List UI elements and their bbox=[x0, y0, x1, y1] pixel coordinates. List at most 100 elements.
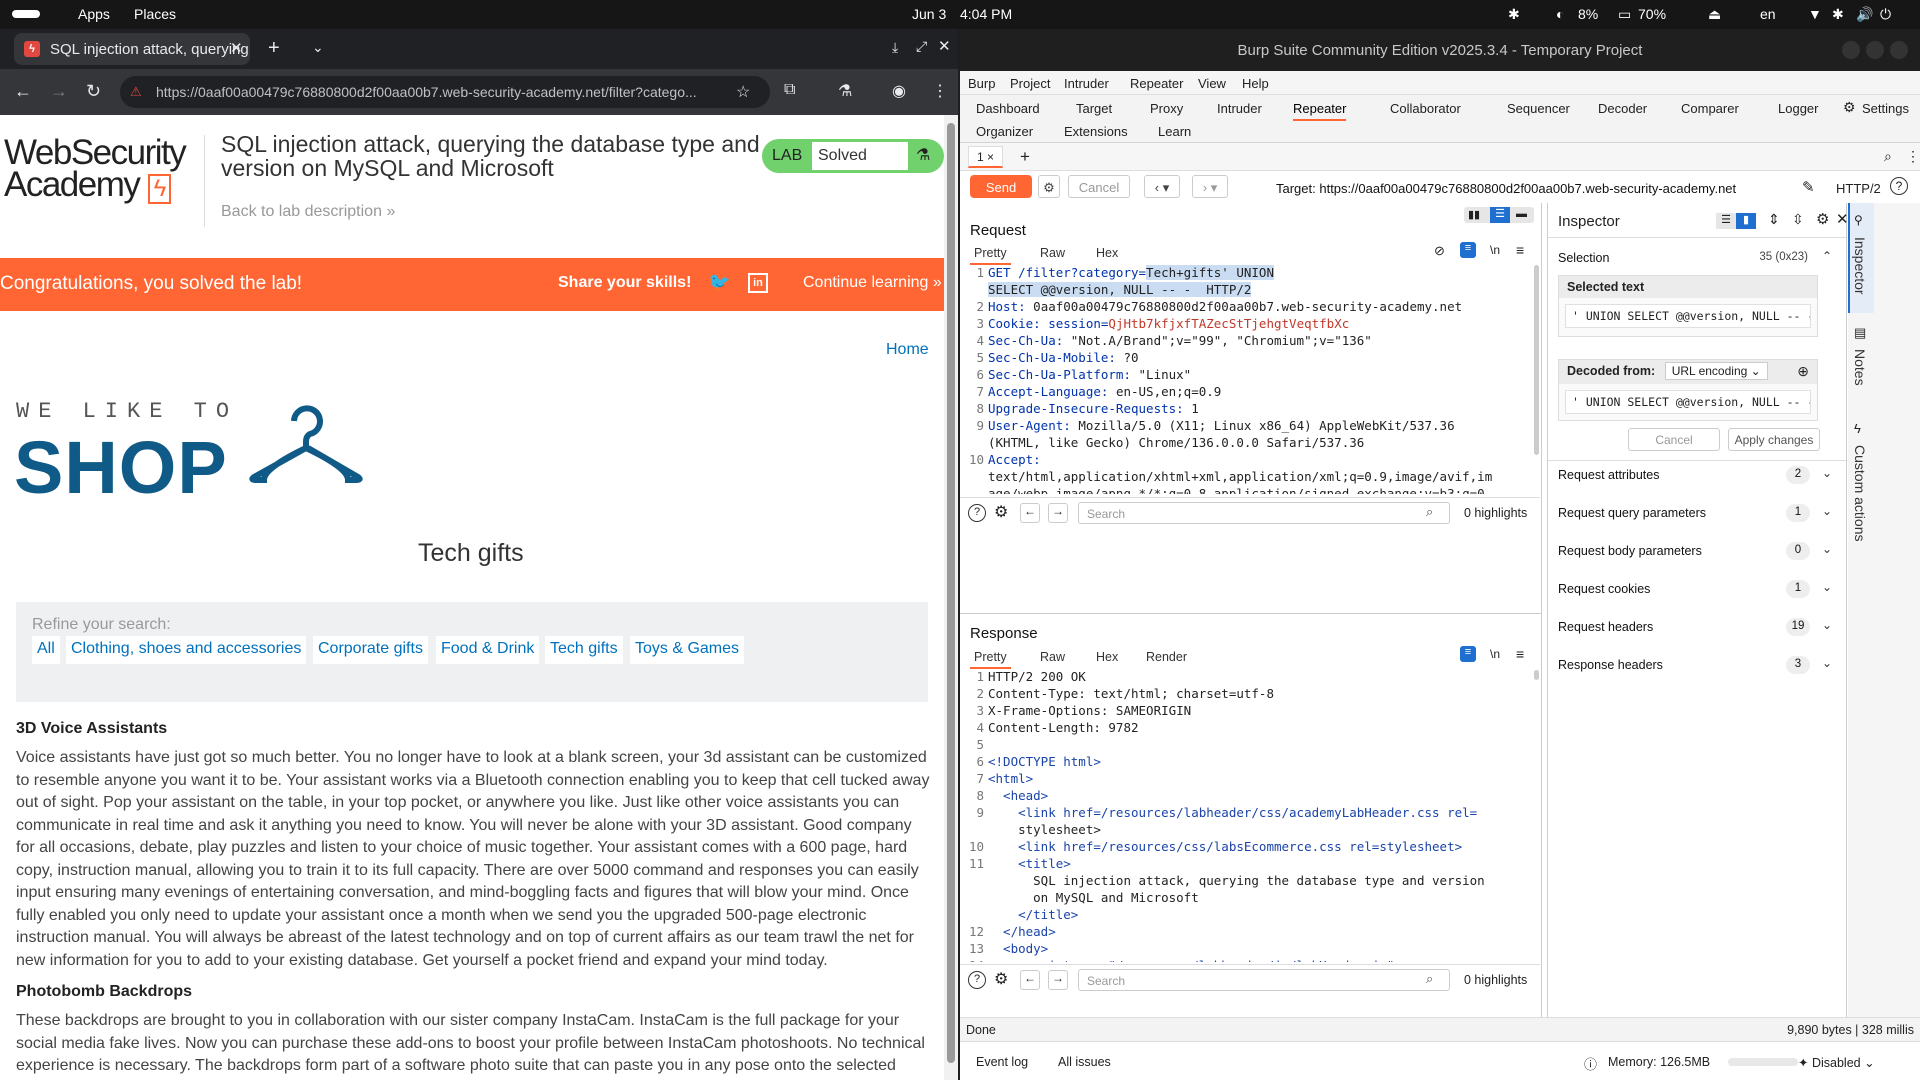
response-search-input[interactable]: Search bbox=[1078, 969, 1450, 991]
tab-logger[interactable]: Logger bbox=[1778, 101, 1818, 116]
filter-food-drink[interactable]: Food & Drink bbox=[436, 636, 540, 664]
menu-help[interactable]: Help bbox=[1242, 76, 1269, 91]
home-link[interactable]: Home bbox=[886, 341, 929, 359]
chevron-down-icon[interactable]: ⌄ bbox=[1822, 466, 1832, 480]
request-line[interactable]: text/html,application/xhtml+xml,applicat… bbox=[960, 468, 1540, 485]
filter-clothing[interactable]: Clothing, shoes and accessories bbox=[66, 636, 307, 664]
request-line[interactable]: 4 Sec-Ch-Ua: "Not.A/Brand";v="99", "Chrom… bbox=[960, 332, 1540, 349]
request-line[interactable]: 2 Host: 0aaf00a00479c76880800d2f00aa00b7.… bbox=[960, 298, 1540, 315]
labs-icon[interactable]: ⚗ bbox=[838, 81, 852, 101]
tab-target[interactable]: Target bbox=[1076, 101, 1112, 116]
inspector-settings-icon[interactable]: ⚙ bbox=[1816, 210, 1829, 228]
response-line[interactable]: 12 </head> bbox=[960, 923, 1540, 940]
menu-repeater[interactable]: Repeater bbox=[1130, 76, 1183, 91]
request-line[interactable]: 3 Cookie: session=QjHtb7kfjxfTAZecStTjehg… bbox=[960, 315, 1540, 332]
response-line[interactable]: 7 <html> bbox=[960, 770, 1540, 787]
response-pretty-print-icon[interactable]: ≡ bbox=[1460, 646, 1476, 662]
web-security-academy-logo[interactable]: WebSecurity Academy ϟ bbox=[4, 135, 187, 204]
date-label[interactable]: Jun 3 bbox=[912, 6, 946, 22]
layout-toggle-group[interactable]: ▮▮ ☰ ▬ bbox=[1464, 207, 1534, 223]
menu-intruder[interactable]: Intruder bbox=[1064, 76, 1109, 91]
response-line[interactable]: stylesheet> bbox=[960, 821, 1540, 838]
repeater-tab-1[interactable]: 1 × bbox=[968, 146, 1004, 168]
response-tab-raw[interactable]: Raw bbox=[1040, 650, 1065, 664]
apps-menu[interactable]: Apps bbox=[78, 6, 110, 22]
section-request-attributes[interactable]: Request attributes 2 ⌄ bbox=[1558, 466, 1838, 484]
search-tabs-icon[interactable]: ⌕ bbox=[1884, 148, 1892, 165]
wifi-icon[interactable]: ▼ bbox=[1808, 6, 1822, 22]
request-line[interactable]: 8 Upgrade-Insecure-Requests: 1 bbox=[960, 400, 1540, 417]
sidebar-custom-actions-label[interactable]: Custom actions bbox=[1852, 445, 1868, 541]
window-close-button[interactable] bbox=[1890, 41, 1908, 59]
request-menu-icon[interactable]: ≡ bbox=[1516, 242, 1524, 258]
event-log-link[interactable]: Event log bbox=[976, 1055, 1028, 1069]
menu-burp[interactable]: Burp bbox=[968, 76, 995, 91]
response-menu-icon[interactable]: ≡ bbox=[1516, 646, 1524, 662]
request-line[interactable]: SELECT @@version, NULL -- - HTTP/2 bbox=[960, 281, 1540, 298]
response-tab-pretty[interactable]: Pretty bbox=[970, 650, 1011, 669]
profile-icon[interactable]: ◉ bbox=[892, 81, 906, 101]
filter-toys-games[interactable]: Toys & Games bbox=[630, 636, 745, 664]
request-line[interactable]: 1 GET /filter?category=Tech+gifts' UNION bbox=[960, 264, 1540, 281]
request-tab-pretty[interactable]: Pretty bbox=[970, 246, 1011, 265]
inspector-collapse-icon[interactable]: ⇳ bbox=[1792, 211, 1804, 228]
response-search-help-icon[interactable]: ? bbox=[968, 971, 986, 989]
menu-view[interactable]: View bbox=[1198, 76, 1226, 91]
request-line[interactable]: 7 Accept-Language: en-US,en;q=0.9 bbox=[960, 383, 1540, 400]
add-decoding-icon[interactable]: ⊕ bbox=[1797, 363, 1809, 380]
newline-toggle-icon[interactable]: \n bbox=[1490, 243, 1500, 257]
back-to-lab-description-link[interactable]: Back to lab description » bbox=[221, 203, 395, 221]
back-icon[interactable]: ← bbox=[14, 81, 32, 102]
send-button[interactable]: Send bbox=[970, 175, 1032, 198]
response-line[interactable]: 5 bbox=[960, 736, 1540, 753]
maximize-icon[interactable]: ⤢ bbox=[916, 38, 927, 55]
request-line[interactable]: (KHTML, like Gecko) Chrome/136.0.0.0 Saf… bbox=[960, 434, 1540, 451]
settings-gear-icon[interactable]: ⚙ bbox=[1843, 99, 1856, 116]
apply-changes-button[interactable]: Apply changes bbox=[1728, 428, 1820, 451]
response-search-settings-icon[interactable]: ⚙ bbox=[994, 969, 1008, 989]
help-icon[interactable]: ? bbox=[1890, 177, 1908, 195]
tab-dashboard[interactable]: Dashboard bbox=[976, 101, 1040, 116]
extensions-icon[interactable]: ⧉ bbox=[784, 81, 795, 99]
section-request-cookies[interactable]: Request cookies 1 ⌄ bbox=[1558, 580, 1838, 598]
chevron-down-icon[interactable]: ⌄ bbox=[1822, 504, 1832, 518]
language-indicator[interactable]: en bbox=[1760, 6, 1776, 22]
tab-extensions[interactable]: Extensions bbox=[1064, 124, 1128, 139]
tab-collaborator[interactable]: Collaborator bbox=[1390, 101, 1461, 116]
response-scrollbar[interactable] bbox=[1534, 670, 1539, 680]
request-search-input[interactable]: Search bbox=[1078, 502, 1450, 524]
decoded-text-value[interactable]: ' UNION SELECT @@version, NULL -- - bbox=[1565, 390, 1811, 414]
close-tab-icon[interactable]: ✕ bbox=[230, 39, 243, 57]
request-line[interactable]: age/webp,image/apng,*/*;q=0.8,applicatio… bbox=[960, 485, 1540, 494]
request-search-next-icon[interactable]: → bbox=[1048, 503, 1068, 523]
bookmark-star-icon[interactable]: ☆ bbox=[736, 82, 750, 102]
places-menu[interactable]: Places bbox=[134, 6, 176, 22]
response-search-next-icon[interactable]: → bbox=[1048, 970, 1068, 990]
response-line[interactable]: 2 Content-Type: text/html; charset=utf-8 bbox=[960, 685, 1540, 702]
filter-all[interactable]: All bbox=[32, 636, 60, 664]
history-forward-button[interactable]: › ▾ bbox=[1192, 175, 1228, 198]
filter-tech-gifts[interactable]: Tech gifts bbox=[545, 636, 623, 664]
chevron-down-icon[interactable]: ⌄ bbox=[1822, 580, 1832, 594]
response-line[interactable]: 8 <head> bbox=[960, 787, 1540, 804]
response-line[interactable]: 6 <!DOCTYPE html> bbox=[960, 753, 1540, 770]
not-secure-icon[interactable]: ⚠ bbox=[130, 84, 142, 100]
response-line[interactable]: 13 <body> bbox=[960, 940, 1540, 957]
response-line[interactable]: 4 Content-Length: 9782 bbox=[960, 719, 1540, 736]
response-line[interactable]: 3 X-Frame-Options: SAMEORIGIN bbox=[960, 702, 1540, 719]
chevron-down-icon[interactable]: ⌄ bbox=[1822, 618, 1832, 632]
window-min-button[interactable] bbox=[1842, 41, 1860, 59]
response-search-prev-icon[interactable]: ← bbox=[1020, 970, 1040, 990]
chevron-down-icon[interactable]: ⌄ bbox=[1822, 542, 1832, 556]
request-tab-raw[interactable]: Raw bbox=[1040, 246, 1065, 260]
response-line[interactable]: SQL injection attack, querying the datab… bbox=[960, 872, 1540, 889]
tab-learn[interactable]: Learn bbox=[1158, 124, 1191, 139]
volume-icon[interactable]: 🔊 bbox=[1856, 6, 1873, 23]
layout-tabs-icon[interactable]: ▬ bbox=[1516, 208, 1527, 220]
response-editor[interactable]: 1 HTTP/2 200 OK 2 Content-Type: text/html; … bbox=[960, 668, 1540, 962]
section-request-body-parameters[interactable]: Request body parameters 0 ⌄ bbox=[1558, 542, 1838, 560]
cancel-button[interactable]: Cancel bbox=[1068, 175, 1130, 198]
request-scrollbar[interactable] bbox=[1534, 265, 1539, 455]
tab-search-icon[interactable]: ⌄ bbox=[312, 39, 324, 56]
inspector-layout-split-icon[interactable]: ▮ bbox=[1736, 213, 1756, 229]
